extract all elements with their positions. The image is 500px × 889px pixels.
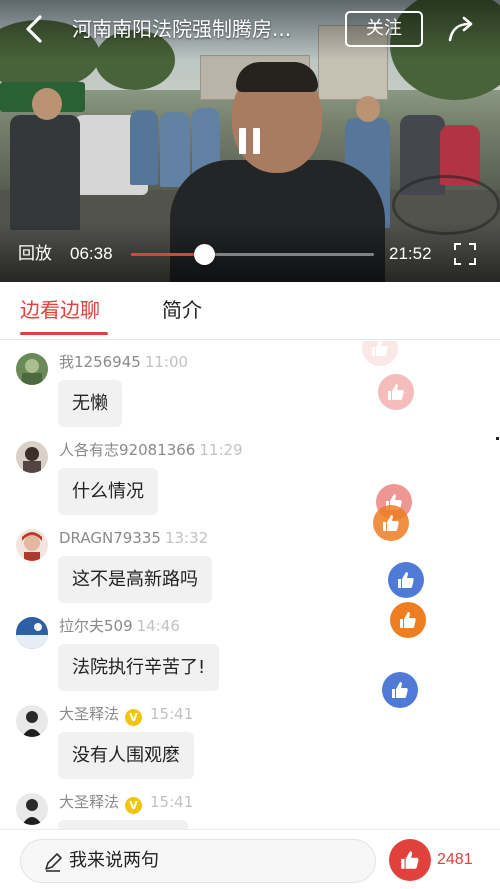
message-time: 11:29: [199, 441, 243, 459]
message-username[interactable]: 大圣释法: [59, 705, 119, 723]
message-time: 15:41: [150, 705, 194, 723]
like-count: 2481: [437, 851, 473, 868]
avatar[interactable]: [16, 793, 48, 825]
message-meta: 大圣释法 V 15:41: [59, 791, 193, 814]
total-time: 21:52: [389, 244, 432, 263]
tab-intro[interactable]: 简介: [162, 282, 202, 340]
floating-like-icon: [388, 562, 424, 598]
video-title: 河南南阳法院强制腾房...: [72, 17, 292, 41]
chat-list[interactable]: 我1256945 11:00 无懒 人各有志92081366 11:29 什么情况 …: [0, 341, 500, 829]
replay-label: 回放: [18, 244, 52, 264]
chat-message: 拉尔夫509 14:46 法院执行辛苦了!: [0, 605, 380, 693]
current-time: 06:38: [70, 244, 113, 263]
message-bubble: 这不是高新路吗: [58, 556, 212, 603]
message-username[interactable]: 人各有志92081366: [59, 441, 195, 459]
message-username[interactable]: 我1256945: [59, 353, 141, 371]
progress-bar[interactable]: [131, 244, 374, 265]
app: 河南南阳法院强制腾房... 关注 回放 06:38 21:52 边看边聊 简介: [0, 0, 500, 889]
fullscreen-icon[interactable]: [454, 243, 476, 265]
progress-handle[interactable]: [193, 244, 215, 265]
chat-message: 大圣释法 V 15:41: [0, 781, 380, 829]
avatar[interactable]: [16, 529, 48, 561]
avatar[interactable]: [16, 705, 48, 737]
tab-bar: 边看边聊 简介: [0, 282, 500, 340]
chevron-left-icon: [26, 15, 42, 43]
message-meta: 拉尔夫509 14:46: [59, 615, 180, 637]
share-button[interactable]: [445, 12, 479, 46]
chat-message: 大圣释法 V 15:41 没有人围观麽: [0, 693, 380, 781]
avatar[interactable]: [16, 617, 48, 649]
floating-like-icon: [373, 505, 409, 541]
message-username[interactable]: 拉尔夫509: [59, 617, 133, 635]
message-bubble: 无懒: [58, 380, 122, 427]
comment-placeholder: 我来说两句: [69, 850, 159, 871]
message-bubble: 什么情况: [58, 468, 158, 515]
pause-icon[interactable]: [239, 128, 263, 154]
floating-like-icon: [390, 602, 426, 638]
message-username[interactable]: 大圣释法: [59, 793, 119, 811]
pencil-icon: [45, 853, 62, 872]
progress-fill: [131, 253, 204, 256]
floating-like-icon: [378, 374, 414, 410]
avatar[interactable]: [16, 441, 48, 473]
message-bubble: 没有人围观麽: [58, 732, 194, 779]
video-player[interactable]: 河南南阳法院强制腾房... 关注 回放 06:38 21:52: [0, 0, 500, 282]
verified-badge: V: [125, 797, 143, 814]
message-bubble: [58, 820, 188, 829]
message-time: 11:00: [144, 353, 189, 371]
chat-message: 人各有志92081366 11:29 什么情况: [0, 429, 380, 517]
back-button[interactable]: [18, 12, 52, 46]
chat-message: DRAGN79335 13:32 这不是高新路吗: [0, 517, 380, 605]
message-meta: 大圣释法 V 15:41: [59, 703, 193, 726]
verified-badge: V: [125, 709, 143, 726]
edge-dot: [496, 437, 499, 440]
chat-message: 我1256945 11:00 无懒: [0, 341, 380, 429]
thumbs-up-icon: [401, 851, 419, 869]
bottom-bar: 我来说两句 2481: [0, 829, 500, 889]
message-time: 13:32: [164, 529, 209, 547]
message-meta: 人各有志92081366 11:29: [59, 439, 243, 461]
message-time: 15:41: [150, 793, 194, 811]
floating-like-icon: [382, 672, 418, 708]
message-meta: DRAGN79335 13:32: [59, 527, 208, 549]
message-time: 14:46: [136, 617, 180, 635]
share-icon: [448, 16, 473, 42]
message-username[interactable]: DRAGN79335: [59, 529, 161, 547]
message-meta: 我1256945 11:00: [59, 351, 188, 373]
avatar[interactable]: [16, 353, 48, 385]
message-bubble: 法院执行辛苦了!: [58, 644, 220, 691]
like-button[interactable]: [389, 839, 431, 881]
follow-button[interactable]: 关注: [345, 11, 423, 47]
comment-input[interactable]: 我来说两句: [20, 839, 376, 883]
tab-active-indicator: [20, 332, 108, 335]
